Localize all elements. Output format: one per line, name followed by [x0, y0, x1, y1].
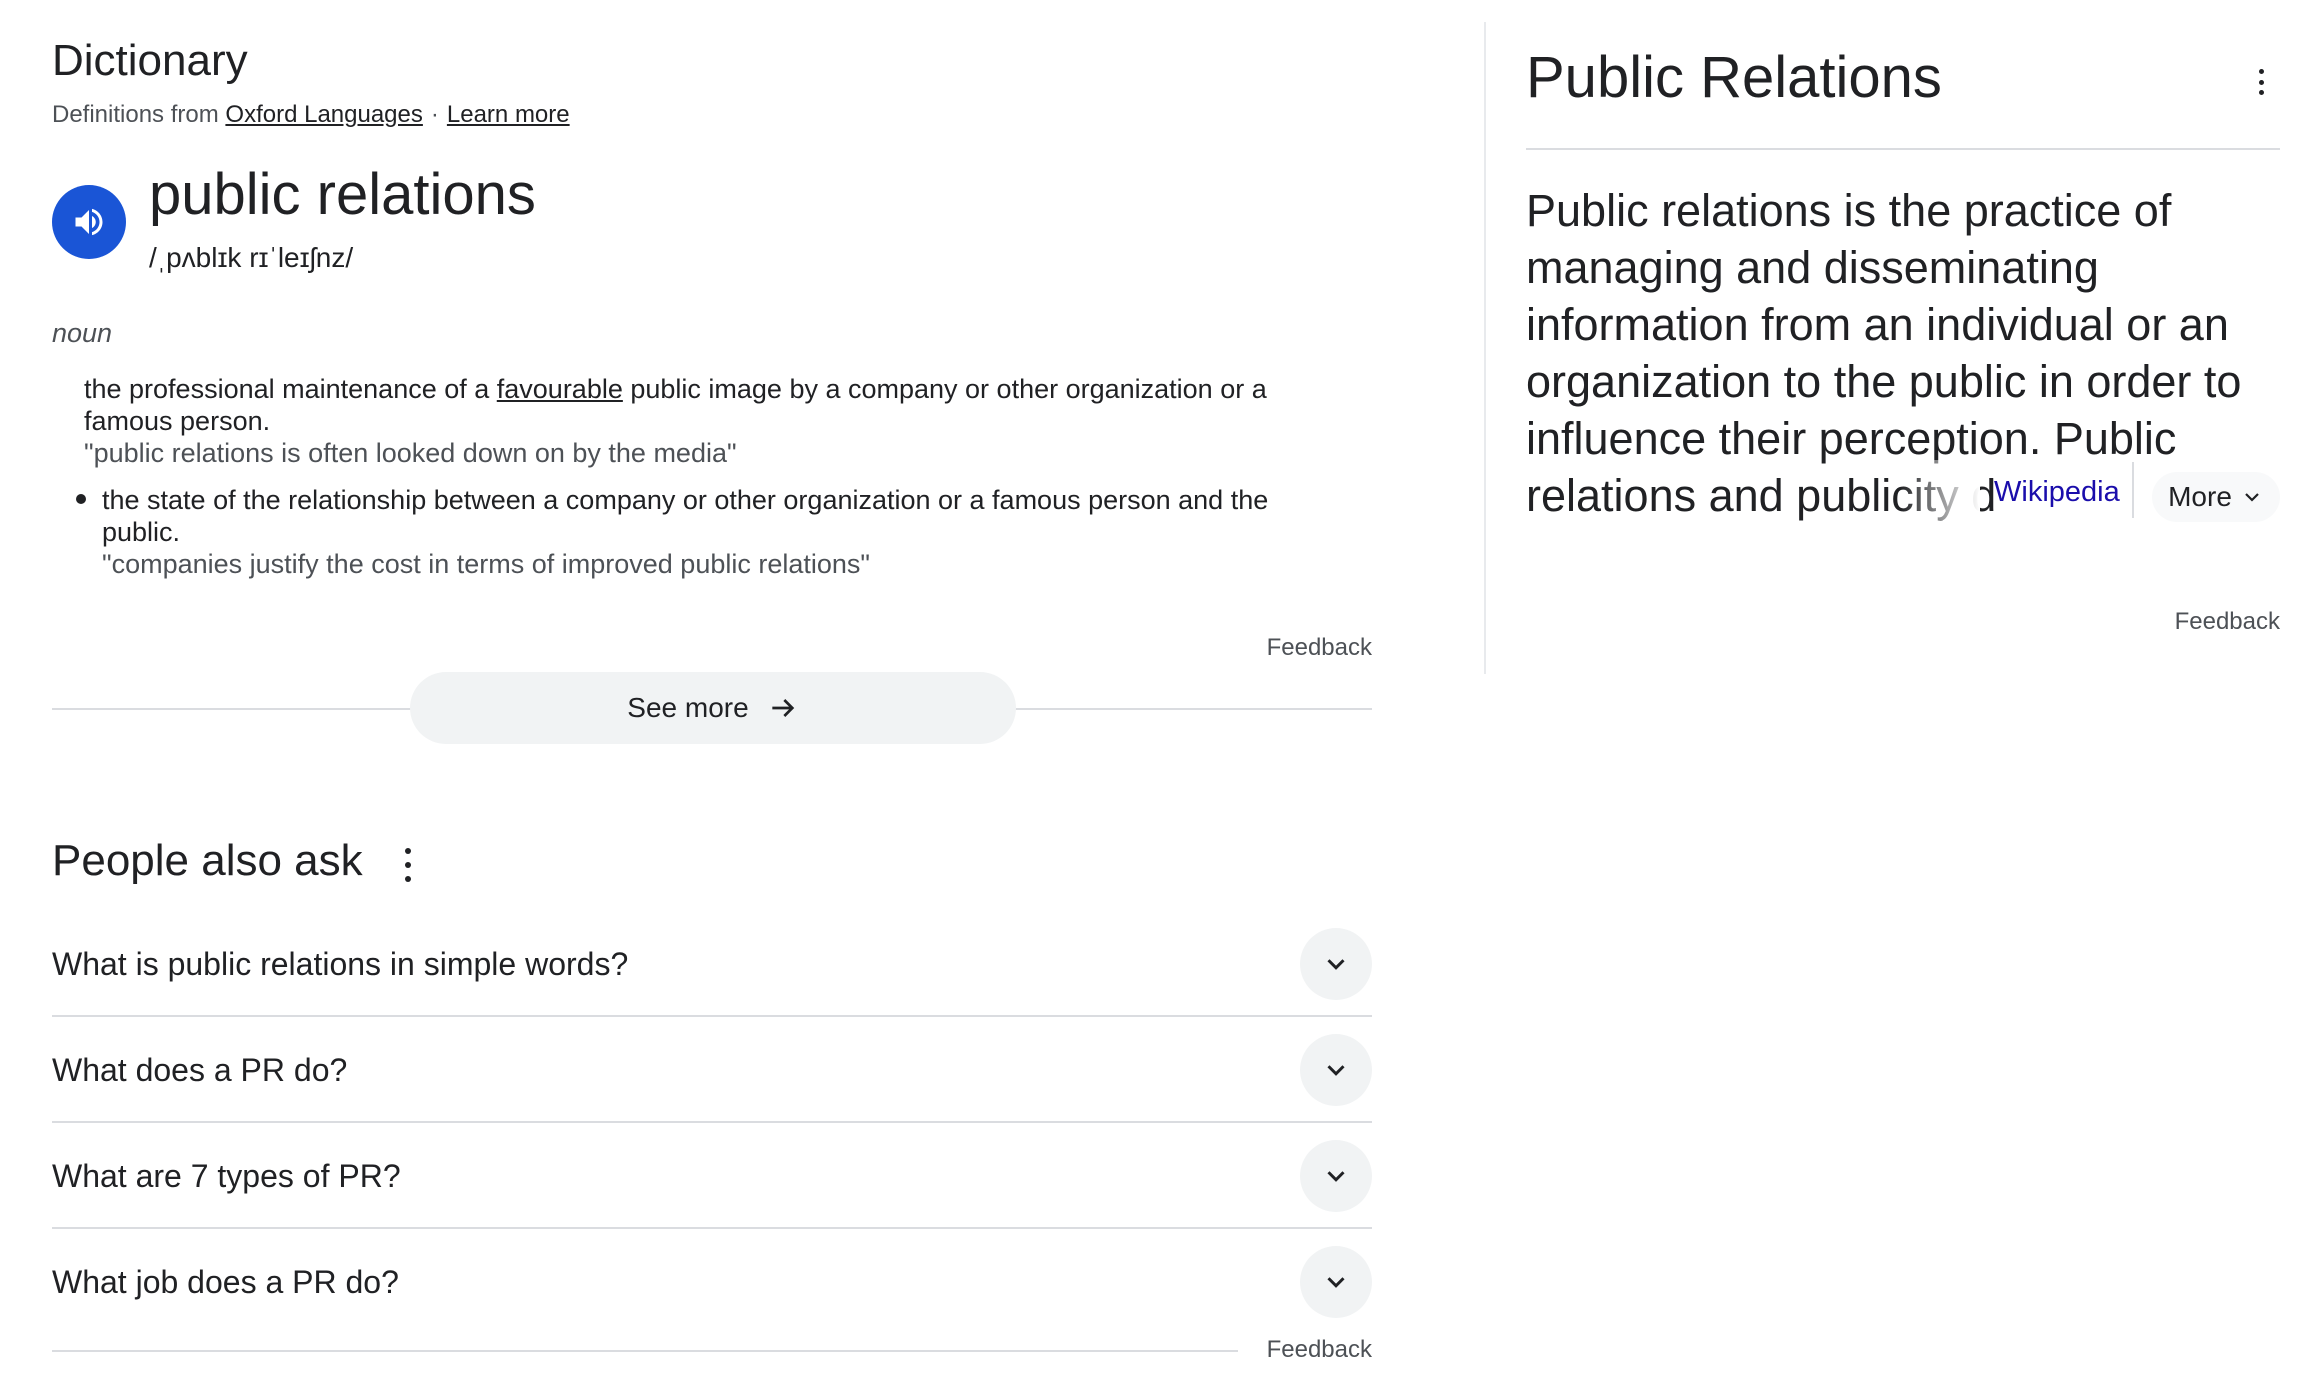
definition-1-example: "public relations is often looked down o…: [84, 438, 737, 468]
chevron-down-icon: [1327, 1171, 1345, 1182]
definition-2-example: "companies justify the cost in terms of …: [102, 549, 870, 579]
menu-dot: [405, 848, 411, 854]
more-separator: [2132, 462, 2134, 518]
more-button[interactable]: More: [2152, 472, 2280, 522]
paa-question: What does a PR do?: [52, 1052, 348, 1088]
paa-bottom-divider: [52, 1350, 1238, 1352]
favourable-link[interactable]: favourable: [497, 374, 623, 404]
chevron-down-icon: [1327, 1277, 1345, 1288]
menu-dot: [2258, 79, 2264, 85]
knowledge-panel-divider: [1526, 148, 2280, 150]
definition-1: the professional maintenance of a favour…: [84, 373, 1334, 437]
see-more-button[interactable]: See more: [410, 672, 1016, 744]
paa-feedback-link[interactable]: Feedback: [1200, 1336, 1372, 1364]
column-divider: [1484, 22, 1486, 674]
headword: public relations: [149, 162, 536, 227]
paa-question-row[interactable]: What are 7 types of PR?: [52, 1123, 1372, 1229]
paa-question-row[interactable]: What is public relations in simple words…: [52, 911, 1372, 1017]
description-fade: [1900, 460, 1980, 520]
more-vert-icon[interactable]: [400, 848, 416, 882]
pronunciation-button[interactable]: [52, 185, 126, 259]
dictionary-feedback-link[interactable]: Feedback: [1200, 634, 1372, 662]
chevron-down-icon: [2245, 493, 2259, 502]
expand-button[interactable]: [1300, 1140, 1372, 1212]
source-prefix: Definitions from: [52, 101, 219, 128]
chevron-down-icon: [1327, 1065, 1345, 1076]
see-more-label: See more: [627, 692, 749, 723]
more-vert-icon[interactable]: [2253, 69, 2269, 95]
arrow-right-icon: [772, 699, 794, 717]
dictionary-source-line: Definitions from Oxford Languages · Learn …: [52, 101, 570, 129]
part-of-speech: noun: [52, 318, 113, 348]
dictionary-title: Dictionary: [52, 36, 248, 85]
expand-button[interactable]: [1300, 1246, 1372, 1318]
menu-dot: [405, 862, 411, 868]
speaker-icon: [75, 208, 103, 236]
knowledge-panel-title: Public Relations: [1526, 45, 1942, 110]
phonetic-transcription: /ˌpʌblɪk rɪˈleɪʃnz/: [149, 242, 354, 273]
paa-question-row[interactable]: What does a PR do?: [52, 1017, 1372, 1123]
definition-2: the state of the relationship between a …: [102, 485, 1269, 547]
more-label: More: [2168, 481, 2232, 512]
paa-question: What are 7 types of PR?: [52, 1158, 401, 1194]
definition-1-text-start: the professional maintenance of a: [84, 374, 497, 404]
people-also-ask-title: People also ask: [52, 836, 363, 885]
paa-question: What is public relations in simple words…: [52, 946, 629, 982]
knowledge-panel-feedback-link[interactable]: Feedback: [2100, 608, 2280, 636]
expand-button[interactable]: [1300, 1034, 1372, 1106]
oxford-languages-link[interactable]: Oxford Languages: [225, 101, 422, 128]
wikipedia-link[interactable]: Wikipedia: [1994, 476, 2134, 509]
learn-more-link[interactable]: Learn more: [447, 101, 570, 128]
paa-question: What job does a PR do?: [52, 1264, 399, 1300]
expand-button[interactable]: [1300, 928, 1372, 1000]
menu-dot: [2258, 90, 2264, 95]
separator: ·: [430, 101, 439, 128]
definition-2-bullet: [76, 494, 86, 504]
menu-dot: [2258, 69, 2264, 74]
chevron-down-icon: [1327, 959, 1345, 970]
paa-question-row[interactable]: What job does a PR do?: [52, 1229, 1372, 1335]
menu-dot: [405, 876, 411, 882]
